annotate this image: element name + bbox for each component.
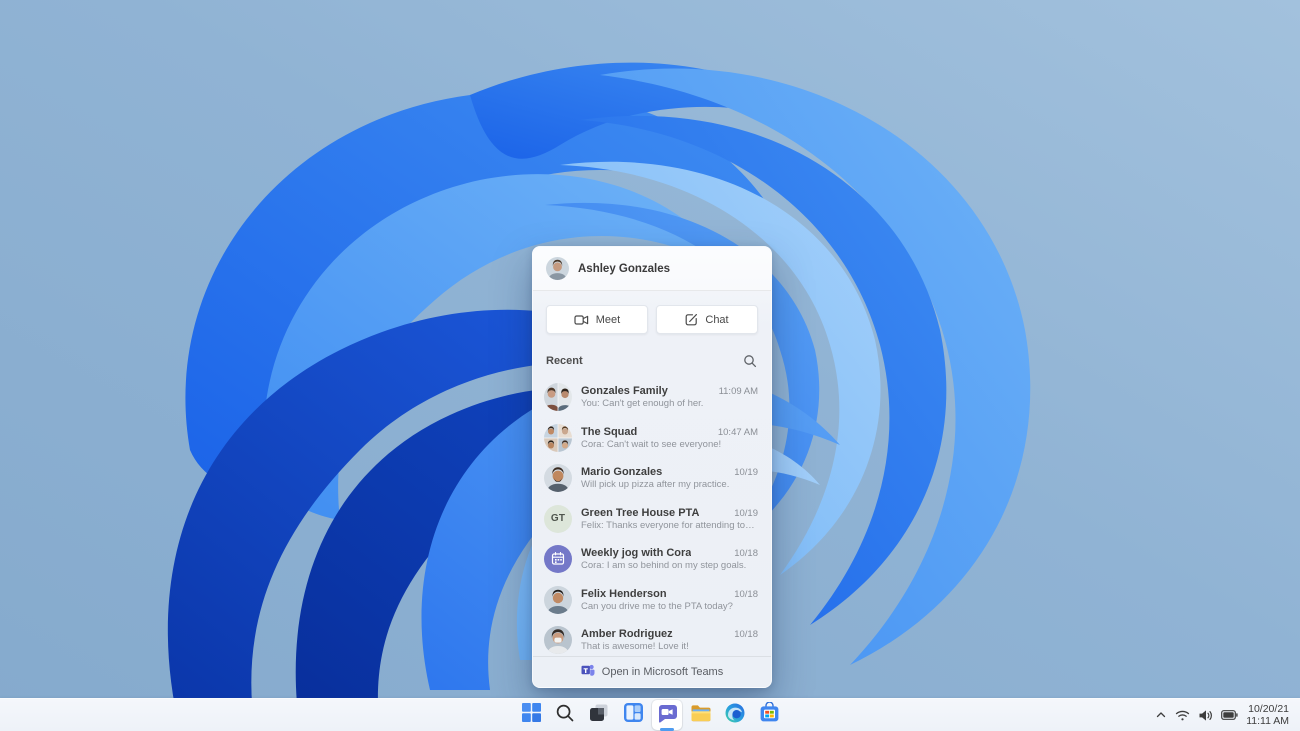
recent-chat-list: Gonzales Family 11:09 AM You: Can't get … bbox=[533, 377, 771, 656]
chat-time: 10/19 bbox=[734, 467, 758, 479]
file-explorer-icon bbox=[690, 702, 712, 729]
tray-chevron-up-icon[interactable] bbox=[1155, 709, 1167, 721]
chat-preview: Will pick up pizza after my practice. bbox=[581, 479, 730, 491]
search-icon bbox=[555, 703, 575, 728]
group-photo-avatar bbox=[544, 383, 572, 412]
chat-button-label: Chat bbox=[705, 313, 729, 326]
chat-item-green-tree-house-pta[interactable]: GT Green Tree House PTA 10/19 Felix: Tha… bbox=[533, 499, 771, 540]
photo-avatar bbox=[544, 464, 572, 493]
chat-item-the-squad[interactable]: The Squad 10:47 AM Cora: Can't wait to s… bbox=[533, 418, 771, 459]
user-name: Ashley Gonzales bbox=[578, 262, 671, 275]
recent-header: Recent bbox=[546, 353, 757, 368]
task-view-button[interactable] bbox=[584, 700, 614, 730]
chat-preview: That is awesome! Love it! bbox=[581, 641, 689, 653]
chat-preview: Cora: Can't wait to see everyone! bbox=[581, 438, 722, 450]
edge-button[interactable] bbox=[720, 700, 750, 730]
photo-avatar bbox=[544, 626, 572, 655]
tray-time: 11:11 AM bbox=[1246, 715, 1289, 727]
group-photo-avatar bbox=[544, 423, 572, 452]
chat-button[interactable]: Chat bbox=[656, 305, 758, 334]
task-view-icon bbox=[589, 702, 610, 728]
volume-icon[interactable] bbox=[1198, 709, 1213, 722]
calendar-avatar-icon bbox=[544, 545, 572, 574]
teams-chat-button[interactable] bbox=[652, 700, 682, 731]
flyout-header: Ashley Gonzales bbox=[533, 247, 771, 291]
teams-chat-flyout: Ashley Gonzales Meet Chat Recent Gonzale… bbox=[532, 246, 772, 688]
meet-button[interactable]: Meet bbox=[546, 305, 648, 334]
chat-time: 11:09 AM bbox=[718, 386, 758, 398]
teams-logo-icon bbox=[581, 663, 595, 682]
compose-icon bbox=[685, 313, 698, 326]
chat-name: Green Tree House PTA bbox=[581, 506, 700, 519]
start-button[interactable] bbox=[516, 700, 546, 730]
chat-time: 10/18 bbox=[734, 629, 758, 641]
chat-item-weekly-jog-with-cora[interactable]: Weekly jog with Cora 10/18 Cora: I am so… bbox=[533, 539, 771, 580]
edge-icon bbox=[724, 702, 746, 729]
chat-item-amber-rodriguez[interactable]: Amber Rodriguez 10/18 That is awesome! L… bbox=[533, 620, 771, 656]
user-avatar bbox=[546, 257, 569, 280]
widgets-icon bbox=[623, 702, 644, 728]
desktop: Ashley Gonzales Meet Chat Recent Gonzale… bbox=[0, 0, 1300, 731]
chat-name: Weekly jog with Cora bbox=[581, 547, 692, 560]
search-button[interactable] bbox=[550, 700, 580, 730]
store-button[interactable] bbox=[754, 700, 784, 730]
photo-avatar bbox=[544, 585, 572, 614]
chat-name: Gonzales Family bbox=[581, 385, 668, 398]
windows-start-icon bbox=[521, 703, 541, 727]
chat-preview: Felix: Thanks everyone for attending tod… bbox=[581, 519, 758, 531]
chat-preview: You: Can't get enough of her. bbox=[581, 398, 704, 410]
file-explorer-button[interactable] bbox=[686, 700, 716, 730]
chat-item-felix-henderson[interactable]: Felix Henderson 10/18 Can you drive me t… bbox=[533, 580, 771, 621]
system-tray: 10/20/21 11:11 AM bbox=[1155, 699, 1300, 731]
quick-actions: Meet Chat bbox=[546, 305, 758, 334]
chat-time: 10/18 bbox=[734, 548, 758, 560]
chat-preview: Can you drive me to the PTA today? bbox=[581, 600, 733, 612]
search-icon[interactable] bbox=[743, 354, 757, 368]
chat-time: 10:47 AM bbox=[717, 426, 758, 438]
taskbar-center-icons bbox=[516, 699, 784, 731]
chat-name: The Squad bbox=[581, 425, 638, 438]
chat-time: 10/19 bbox=[734, 507, 758, 519]
taskbar: 10/20/21 11:11 AM bbox=[0, 698, 1300, 731]
wifi-icon[interactable] bbox=[1175, 709, 1190, 722]
video-camera-icon bbox=[574, 314, 589, 326]
chat-item-mario-gonzales[interactable]: Mario Gonzales 10/19 Will pick up pizza … bbox=[533, 458, 771, 499]
battery-icon[interactable] bbox=[1221, 710, 1238, 720]
taskbar-clock[interactable]: 10/20/21 11:11 AM bbox=[1246, 703, 1289, 728]
chat-item-gonzales-family[interactable]: Gonzales Family 11:09 AM You: Can't get … bbox=[533, 377, 771, 418]
chat-preview: Cora: I am so behind on my step goals. bbox=[581, 560, 747, 572]
chat-name: Mario Gonzales bbox=[581, 466, 663, 479]
microsoft-store-icon bbox=[759, 701, 780, 728]
chat-name: Felix Henderson bbox=[581, 587, 667, 600]
recent-label: Recent bbox=[546, 354, 583, 367]
tray-date: 10/20/21 bbox=[1248, 702, 1289, 715]
open-in-teams-label: Open in Microsoft Teams bbox=[601, 666, 724, 678]
widgets-button[interactable] bbox=[618, 700, 648, 730]
initials-avatar: GT bbox=[544, 504, 572, 533]
chat-time: 10/18 bbox=[734, 588, 758, 600]
open-in-teams-link[interactable]: Open in Microsoft Teams bbox=[533, 656, 771, 687]
meet-button-label: Meet bbox=[595, 313, 621, 326]
teams-chat-icon bbox=[656, 702, 678, 729]
chat-name: Amber Rodriguez bbox=[581, 628, 673, 641]
